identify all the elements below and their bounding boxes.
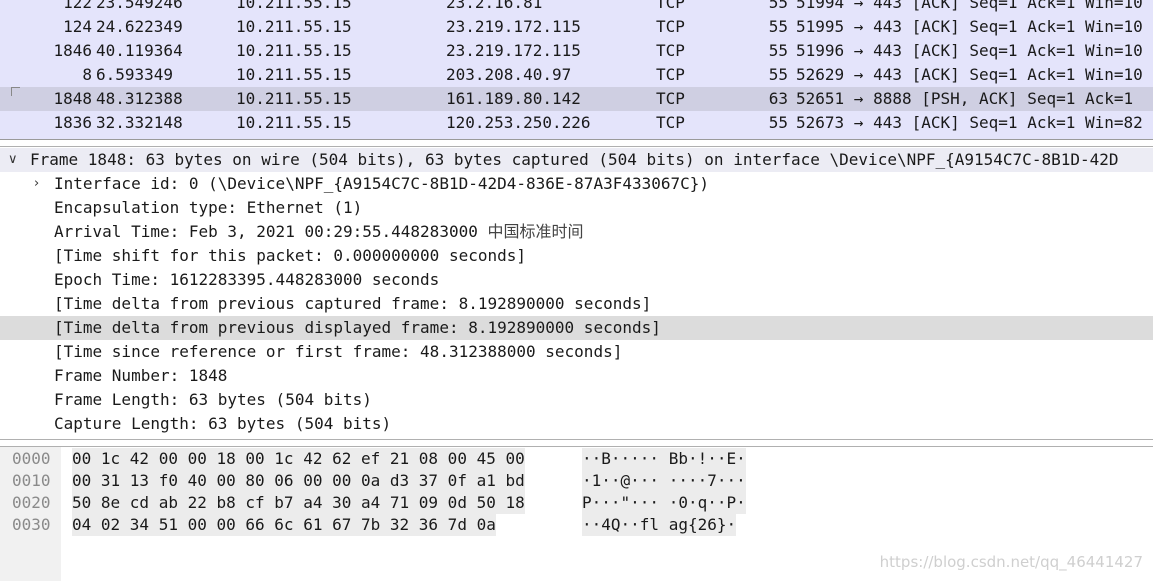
packet-row[interactable]: 122 23.549246 10.211.55.15 23.2.16.81 TC… — [0, 0, 1153, 15]
packet-destination: 203.208.40.97 — [446, 65, 572, 84]
packet-row[interactable]: 8 6.593349 10.211.55.15 203.208.40.97 TC… — [0, 63, 1153, 87]
packet-source: 10.211.55.15 — [236, 65, 352, 84]
packet-time: 6.593349 — [96, 65, 174, 84]
packet-row-selected[interactable]: 1848 48.312388 10.211.55.15 161.189.80.1… — [0, 87, 1153, 111]
packet-protocol: TCP — [656, 41, 685, 60]
byte-offset: 0010 — [12, 471, 51, 490]
packet-number: 1836 — [53, 113, 92, 132]
packet-time: 40.119364 — [96, 41, 183, 60]
packet-details-pane[interactable]: ∨ Frame 1848: 63 bytes on wire (504 bits… — [0, 146, 1153, 440]
packet-destination: 161.189.80.142 — [446, 89, 581, 108]
packet-info: 52673 → 443 [ACK] Seq=1 Ack=1 Win=82 — [796, 113, 1143, 132]
packet-length: 55 — [768, 41, 788, 60]
chevron-down-icon[interactable]: ∨ — [8, 148, 18, 172]
packet-source: 10.211.55.15 — [236, 89, 352, 108]
chevron-right-icon[interactable]: › — [34, 172, 39, 196]
tree-item-label: Encapsulation type: Ethernet (1) — [54, 198, 363, 217]
packet-info: 52651 → 8888 [PSH, ACK] Seq=1 Ack=1 — [796, 89, 1134, 108]
packet-length: 55 — [768, 113, 788, 132]
packet-row[interactable]: 124 24.622349 10.211.55.15 23.219.172.11… — [0, 15, 1153, 39]
packet-source: 10.211.55.15 — [236, 17, 352, 36]
tree-item-frame-length[interactable]: Frame Length: 63 bytes (504 bits) — [0, 388, 1153, 412]
tree-item-label: Interface id: 0 (\Device\NPF_{A9154C7C-8… — [54, 174, 710, 193]
hex-bytes[interactable]: 04 02 34 51 00 00 66 6c 61 67 7b 32 36 7… — [72, 514, 496, 536]
packet-protocol: TCP — [656, 113, 685, 132]
packet-destination: 23.2.16.81 — [446, 0, 543, 12]
tree-item-label: [Time delta from previous captured frame… — [54, 294, 652, 313]
packet-number: 1846 — [53, 41, 92, 60]
tree-item-time-shift[interactable]: [Time shift for this packet: 0.000000000… — [0, 244, 1153, 268]
packet-info: 51994 → 443 [ACK] Seq=1 Ack=1 Win=10 — [796, 0, 1143, 12]
packet-length: 55 — [768, 17, 788, 36]
timezone-label: 中国标准时间 — [487, 222, 584, 241]
packet-length: 63 — [768, 89, 788, 108]
packet-time: 23.549246 — [96, 0, 183, 12]
hex-bytes[interactable]: 00 31 13 f0 40 00 80 06 00 00 0a d3 37 0… — [72, 470, 525, 492]
packet-source: 10.211.55.15 — [236, 113, 352, 132]
packet-destination: 23.219.172.115 — [446, 41, 581, 60]
tree-item-label: Epoch Time: 1612283395.448283000 seconds — [54, 270, 440, 289]
packet-destination: 23.219.172.115 — [446, 17, 581, 36]
tree-item-label: [Time delta from previous displayed fram… — [54, 318, 661, 337]
tree-item-interface[interactable]: › Interface id: 0 (\Device\NPF_{A9154C7C… — [0, 172, 1153, 196]
tree-item-delta-displayed[interactable]: [Time delta from previous displayed fram… — [0, 316, 1153, 340]
packet-number: 124 — [63, 17, 92, 36]
hex-bytes[interactable]: 50 8e cd ab 22 b8 cf b7 a4 30 a4 71 09 0… — [72, 492, 525, 514]
tree-item-label: Frame Length: 63 bytes (504 bits) — [54, 390, 372, 409]
watermark: https://blog.csdn.net/qq_46441427 — [879, 553, 1143, 571]
tree-item-label: [Time since reference or first frame: 48… — [54, 342, 623, 361]
packet-protocol: TCP — [656, 89, 685, 108]
packet-length: 55 — [768, 65, 788, 84]
tree-item-frame[interactable]: ∨ Frame 1848: 63 bytes on wire (504 bits… — [0, 148, 1153, 172]
packet-time: 24.622349 — [96, 17, 183, 36]
tree-item-label: Frame 1848: 63 bytes on wire (504 bits),… — [30, 150, 1119, 169]
tree-item-capture-length[interactable]: Capture Length: 63 bytes (504 bits) — [0, 412, 1153, 436]
packet-source: 10.211.55.15 — [236, 0, 352, 12]
tree-item-arrival-time[interactable]: Arrival Time: Feb 3, 2021 00:29:55.44828… — [0, 220, 1153, 244]
byte-offset: 0020 — [12, 493, 51, 512]
tree-item-label: Frame Number: 1848 — [54, 366, 228, 385]
packet-protocol: TCP — [656, 65, 685, 84]
ascii-bytes[interactable]: ·1··@··· ····7··· — [582, 470, 746, 492]
packet-info: 52629 → 443 [ACK] Seq=1 Ack=1 Win=10 — [796, 65, 1143, 84]
packet-info: 51996 → 443 [ACK] Seq=1 Ack=1 Win=10 — [796, 41, 1143, 60]
packet-source: 10.211.55.15 — [236, 41, 352, 60]
ascii-bytes[interactable]: ··4Q··fl ag{26}· — [582, 514, 737, 536]
tree-item-label: Arrival Time: Feb 3, 2021 00:29:55.44828… — [54, 222, 478, 241]
ascii-bytes[interactable]: ··B····· Bb·!··E· — [582, 448, 746, 470]
packet-time: 48.312388 — [96, 89, 183, 108]
packet-protocol: TCP — [656, 17, 685, 36]
tree-item-label: [Time shift for this packet: 0.000000000… — [54, 246, 527, 265]
packet-protocol: TCP — [656, 0, 685, 12]
tree-item-since-reference[interactable]: [Time since reference or first frame: 48… — [0, 340, 1153, 364]
packet-destination: 120.253.250.226 — [446, 113, 591, 132]
byte-offset: 0030 — [12, 515, 51, 534]
hex-bytes[interactable]: 00 1c 42 00 00 18 00 1c 42 62 ef 21 08 0… — [72, 448, 525, 470]
packet-length: 55 — [768, 0, 788, 12]
packet-number: 1848 — [53, 89, 92, 108]
packet-number: 122 — [63, 0, 92, 12]
tree-item-label: Capture Length: 63 bytes (504 bits) — [54, 414, 392, 433]
packet-row[interactable]: 1836 32.332148 10.211.55.15 120.253.250.… — [0, 111, 1153, 135]
ascii-bytes[interactable]: P···"··· ·0·q··P· — [582, 492, 746, 514]
packet-time: 32.332148 — [96, 113, 183, 132]
packet-row[interactable]: 1846 40.119364 10.211.55.15 23.219.172.1… — [0, 39, 1153, 63]
tree-item-frame-number[interactable]: Frame Number: 1848 — [0, 364, 1153, 388]
tree-item-encapsulation[interactable]: Encapsulation type: Ethernet (1) — [0, 196, 1153, 220]
byte-offset: 0000 — [12, 449, 51, 468]
tree-item-delta-captured[interactable]: [Time delta from previous captured frame… — [0, 292, 1153, 316]
packet-info: 51995 → 443 [ACK] Seq=1 Ack=1 Win=10 — [796, 17, 1143, 36]
packet-list[interactable]: 122 23.549246 10.211.55.15 23.2.16.81 TC… — [0, 0, 1153, 140]
packet-number: 8 — [82, 65, 92, 84]
tree-item-epoch-time[interactable]: Epoch Time: 1612283395.448283000 seconds — [0, 268, 1153, 292]
